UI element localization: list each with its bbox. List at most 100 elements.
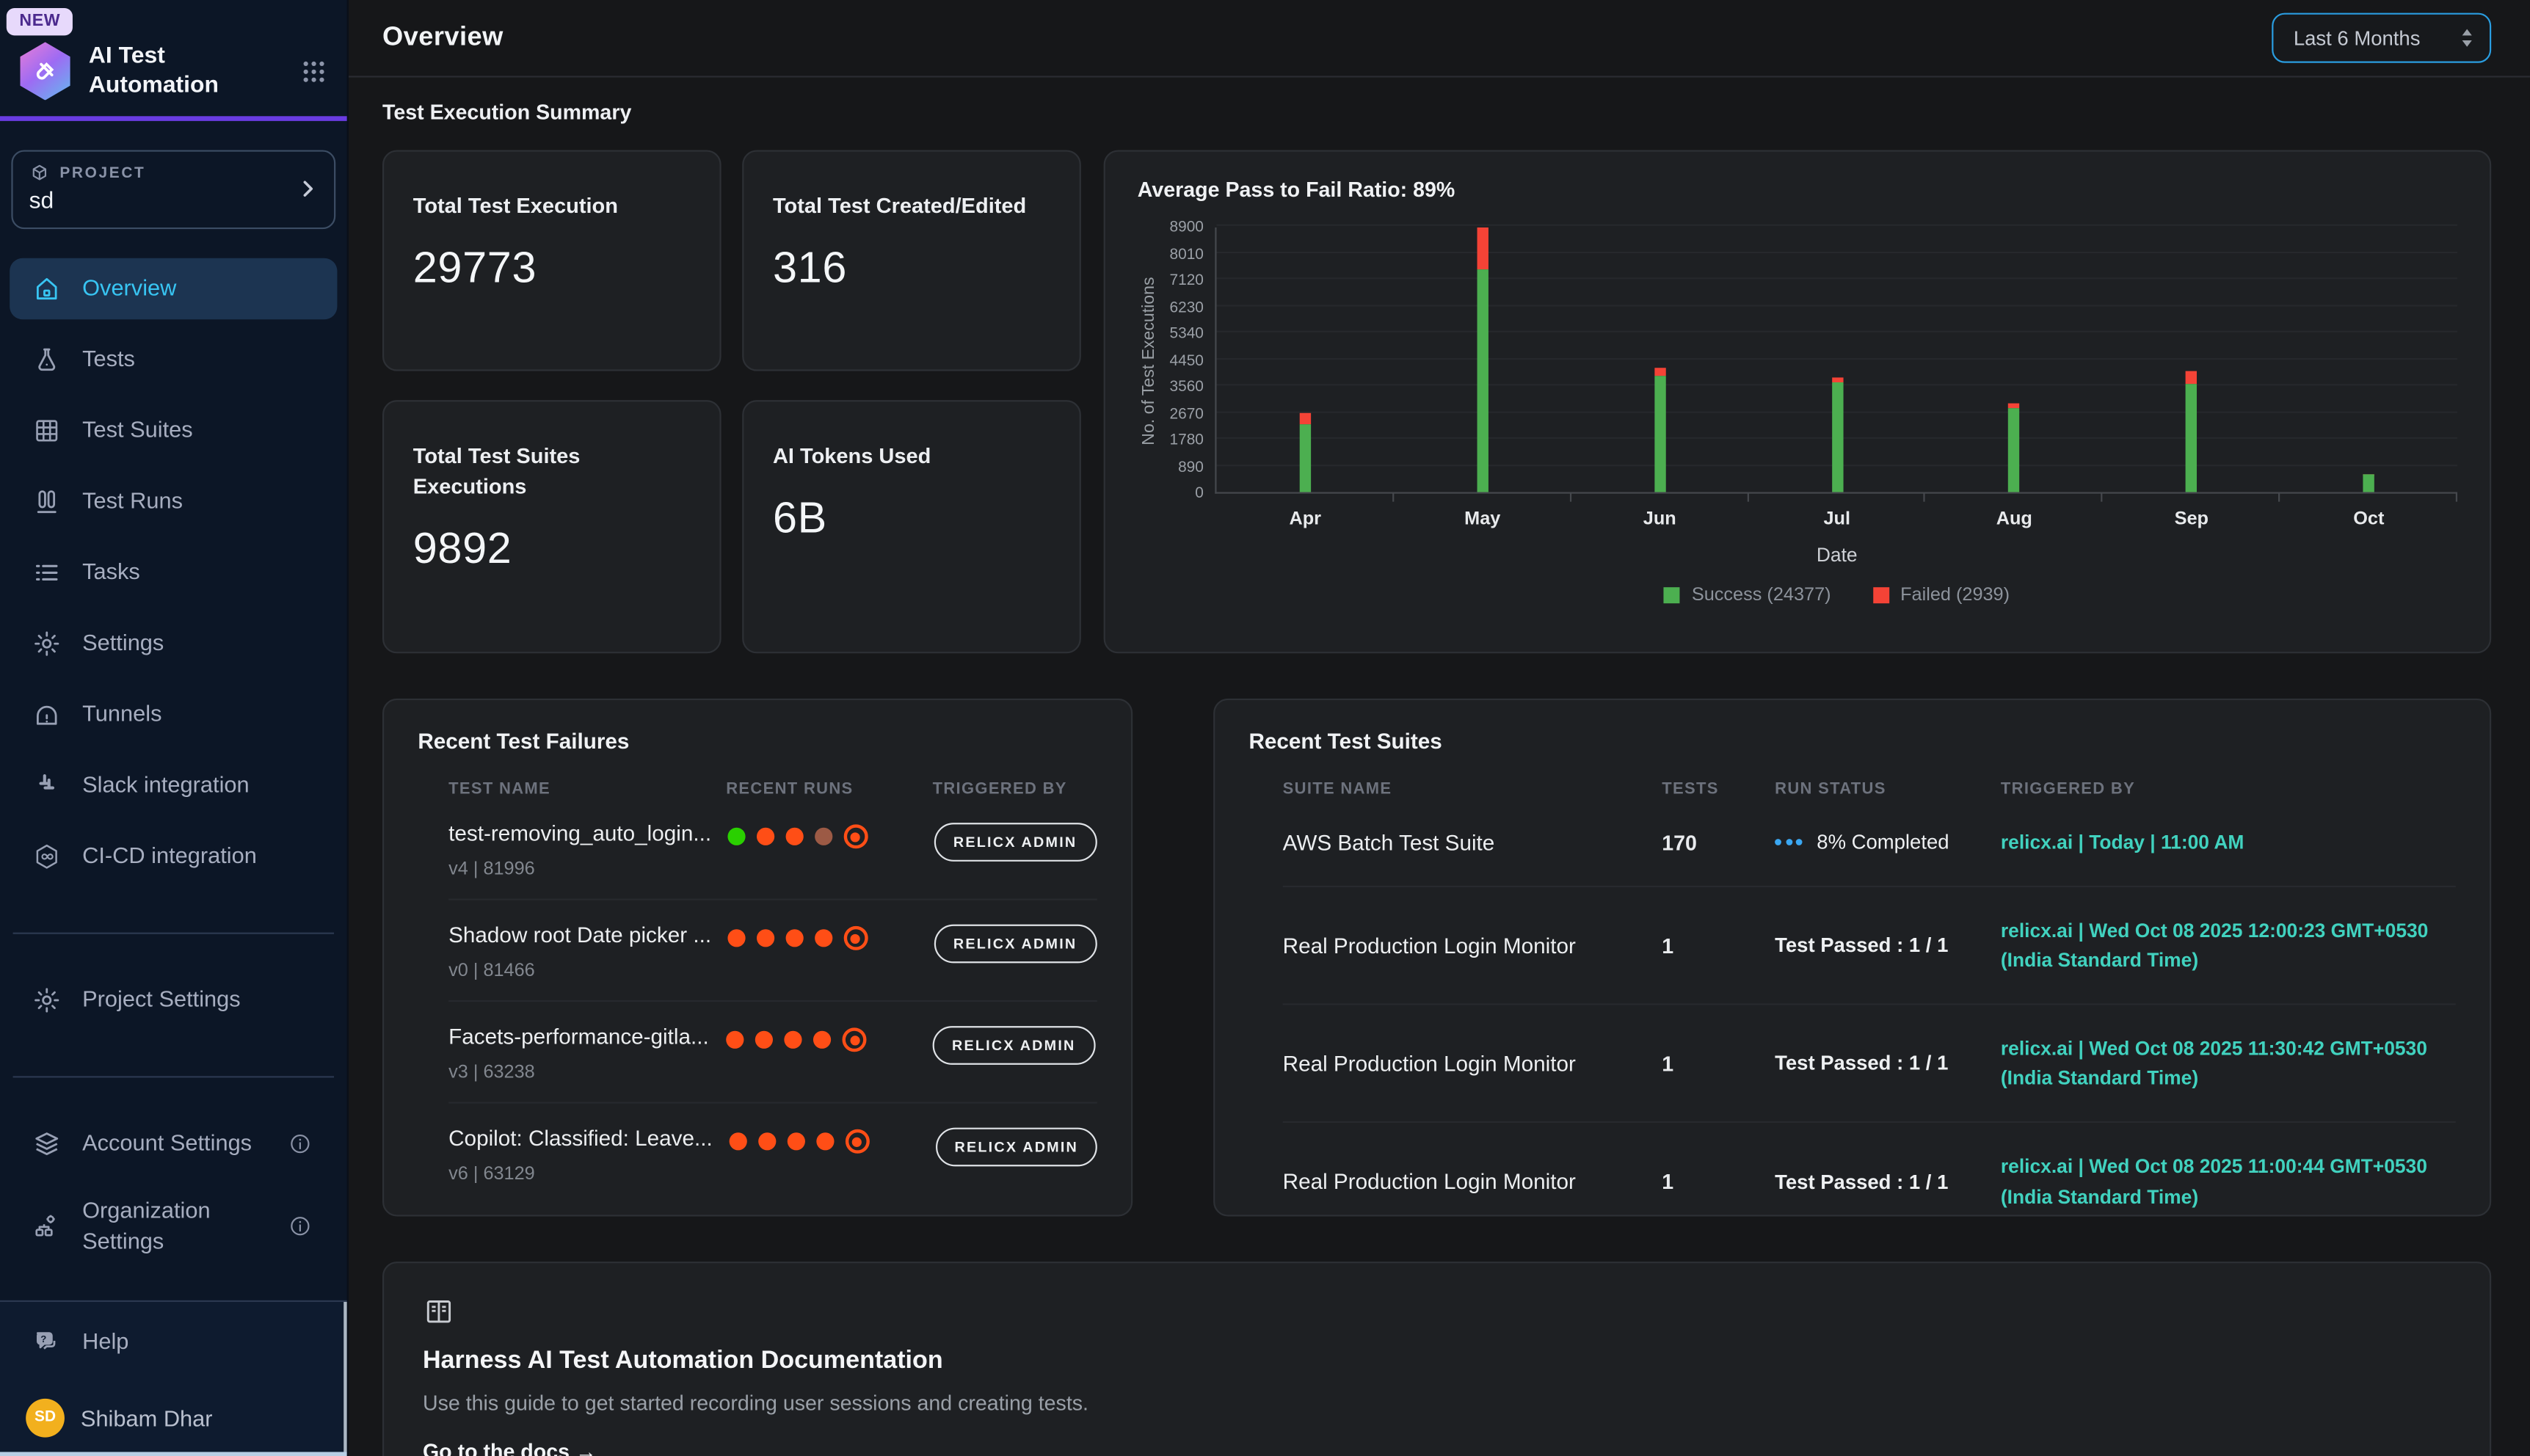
page-title: Overview bbox=[382, 23, 504, 54]
help-chat-icon: ? bbox=[32, 1327, 62, 1356]
chart-plot bbox=[1215, 228, 2457, 494]
stacked-bar bbox=[1831, 377, 1842, 492]
columns-icon bbox=[32, 487, 62, 516]
run-status: Test Passed : 1 / 1 bbox=[1775, 1052, 2001, 1075]
app-root: NEW AI Test Automation PROJECT sd bbox=[0, 0, 2530, 1456]
failure-row[interactable]: Facets-performance-gitla...v3 | 63238 REL… bbox=[448, 1002, 1097, 1103]
run-status-dot-orange bbox=[726, 1031, 744, 1049]
stat-card-total-test-suites-executions: Total Test Suites Executions9892 bbox=[382, 400, 721, 653]
chart-legend: Success (24377) Failed (2939) bbox=[1217, 586, 2457, 605]
sidebar-item-settings[interactable]: Settings bbox=[10, 613, 337, 674]
test-name-cell: Shadow root Date picker ...v0 | 81466 bbox=[448, 922, 727, 980]
project-name: sd bbox=[29, 189, 318, 214]
sidebar-item-label: Account Settings bbox=[82, 1128, 252, 1159]
triggered-by-button[interactable]: RELICX ADMIN bbox=[934, 823, 1096, 862]
sidebar-item-test-runs[interactable]: Test Runs bbox=[10, 470, 337, 532]
time-range-value: Last 6 Months bbox=[2294, 26, 2421, 49]
stacked-bar bbox=[2009, 403, 2020, 492]
recent-test-failures-card: Recent Test Failures TEST NAMERECENT RUN… bbox=[382, 699, 1133, 1217]
sidebar-item-tasks[interactable]: Tasks bbox=[10, 542, 337, 603]
run-status-dot-orange bbox=[815, 1132, 833, 1150]
y-tick-label: 8900 bbox=[1169, 219, 1203, 236]
suites-rows: AWS Batch Test Suite1708% Completedrelic… bbox=[1283, 798, 2456, 1216]
sidebar-item-label: Test Runs bbox=[82, 486, 183, 517]
x-tick-label: Sep bbox=[2103, 510, 2280, 529]
failure-row[interactable]: test-removing_auto_login...v4 | 81996REL… bbox=[448, 798, 1097, 900]
y-axis-title: No. of Test Executions bbox=[1138, 228, 1160, 494]
sidebar-divider bbox=[13, 1076, 334, 1077]
sidebar-item-help[interactable]: ? Help bbox=[10, 1311, 337, 1372]
sidebar-item-organization-settings[interactable]: Organization Settings bbox=[10, 1184, 337, 1267]
help-label: Help bbox=[82, 1326, 128, 1357]
suite-tests-count: 1 bbox=[1662, 1170, 1775, 1194]
suite-row[interactable]: Real Production Login Monitor1Test Passe… bbox=[1283, 1005, 2456, 1123]
stat-label: AI Tokens Used bbox=[773, 440, 1050, 471]
gridline bbox=[1217, 225, 2457, 226]
failure-row[interactable]: Shadow root Date picker ...v0 | 81466 REL… bbox=[448, 900, 1097, 1002]
failures-rows: test-removing_auto_login...v4 | 81996REL… bbox=[448, 798, 1097, 1204]
y-tick-label: 3560 bbox=[1169, 379, 1203, 396]
column-header: RECENT RUNS bbox=[726, 781, 932, 798]
section-title: Test Execution Summary bbox=[382, 100, 2491, 124]
x-tick-label: Aug bbox=[1926, 510, 2104, 529]
stats-grid: Total Test Execution29773Total Test Crea… bbox=[382, 150, 1081, 653]
docs-link[interactable]: Go to the docs → bbox=[423, 1439, 597, 1456]
sidebar-item-label: Overview bbox=[82, 273, 176, 304]
y-axis-ticks: 0890178026703560445053406230712080108900 bbox=[1160, 228, 1215, 494]
test-name-cell: Facets-performance-gitla...v3 | 63238 bbox=[448, 1024, 726, 1082]
project-selector[interactable]: PROJECT sd bbox=[11, 150, 335, 229]
sidebar-item-overview[interactable]: Overview bbox=[10, 258, 337, 319]
y-tick-label: 1780 bbox=[1169, 432, 1203, 449]
sidebar-item-ci-cd-integration[interactable]: CI-CD integration bbox=[10, 826, 337, 887]
suite-row[interactable]: Real Production Login Monitor1Test Passe… bbox=[1283, 887, 2456, 1005]
sidebar-item-test-suites[interactable]: Test Suites bbox=[10, 400, 337, 462]
gear-icon bbox=[32, 629, 62, 658]
suite-row[interactable]: AWS Batch Test Suite1708% Completedrelic… bbox=[1283, 798, 2456, 887]
run-status-dot-orange bbox=[757, 1132, 775, 1150]
sidebar-item-label: Settings bbox=[82, 628, 164, 659]
run-status-text: Test Passed : 1 / 1 bbox=[1775, 934, 1948, 957]
top-bar: Overview Last 6 Months bbox=[349, 0, 2530, 78]
y-tick-label: 5340 bbox=[1169, 325, 1203, 343]
suite-tests-count: 1 bbox=[1662, 933, 1775, 958]
time-range-select[interactable]: Last 6 Months bbox=[2272, 13, 2491, 63]
run-status-dot-orange bbox=[785, 828, 803, 845]
suites-title: Recent Test Suites bbox=[1248, 729, 2455, 754]
triggered-by-button[interactable]: RELICX ADMIN bbox=[934, 925, 1096, 964]
apps-grid-icon[interactable] bbox=[300, 57, 327, 84]
main-area: Overview Last 6 Months Test Execution Su… bbox=[349, 0, 2530, 1456]
sidebar-scrollbar-thumb[interactable] bbox=[343, 1301, 346, 1451]
pass-fail-chart-card: Average Pass to Fail Ratio: 89% No. of T… bbox=[1104, 150, 2492, 653]
sidebar-item-account-settings[interactable]: Account Settings bbox=[10, 1113, 337, 1174]
sidebar-item-tests[interactable]: Tests bbox=[10, 329, 337, 390]
legend-label: Success (24377) bbox=[1692, 586, 1831, 605]
failures-title: Recent Test Failures bbox=[418, 729, 1097, 754]
info-icon[interactable] bbox=[288, 1215, 311, 1237]
run-status-dot-orange bbox=[757, 828, 774, 845]
run-status-dot-orange bbox=[729, 1132, 746, 1150]
suite-row[interactable]: Real Production Login Monitor1Test Passe… bbox=[1283, 1123, 2456, 1217]
run-status-dot-ring bbox=[843, 926, 868, 950]
info-icon[interactable] bbox=[288, 1132, 311, 1155]
triggered-by-button[interactable]: RELICX ADMIN bbox=[933, 1026, 1095, 1065]
user-menu[interactable]: SD Shibam Dhar bbox=[10, 1398, 337, 1437]
failed-segment bbox=[1300, 412, 1311, 423]
test-version-id: v0 | 81466 bbox=[448, 961, 727, 980]
column-header: RUN STATUS bbox=[1775, 781, 2001, 798]
sidebar-nav-tertiary: Account Settings Organization Settings bbox=[0, 1113, 347, 1277]
triggered-by-text: relicx.ai | Wed Oct 08 2025 12:00:23 GMT… bbox=[2001, 916, 2456, 976]
run-status-dot-orange bbox=[757, 929, 774, 947]
sidebar-item-tunnels[interactable]: Tunnels bbox=[10, 684, 337, 746]
sidebar-item-label: Test Suites bbox=[82, 415, 193, 446]
run-status: Test Passed : 1 / 1 bbox=[1775, 1171, 2001, 1193]
legend-label: Failed (2939) bbox=[1900, 586, 2010, 605]
triggered-by-button[interactable]: RELICX ADMIN bbox=[935, 1128, 1097, 1167]
sidebar-item-project-settings[interactable]: Project Settings bbox=[10, 969, 337, 1031]
sidebar-item-label: Tasks bbox=[82, 557, 140, 588]
sidebar-item-slack-integration[interactable]: Slack integration bbox=[10, 754, 337, 816]
chart-bar-slot-sep bbox=[2103, 228, 2280, 492]
failure-row[interactable]: Copilot: Classified: Leave...v6 | 63129R… bbox=[448, 1104, 1097, 1204]
stat-value: 29773 bbox=[413, 244, 691, 294]
sidebar-divider bbox=[13, 932, 334, 933]
recent-runs bbox=[727, 824, 934, 848]
